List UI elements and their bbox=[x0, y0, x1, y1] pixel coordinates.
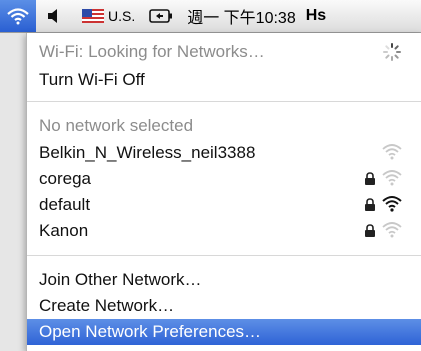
menu-bar-clock[interactable]: 週一 下午10:38 bbox=[187, 0, 296, 32]
us-flag-icon bbox=[82, 9, 104, 23]
no-network-label: No network selected bbox=[39, 116, 194, 135]
wifi-signal-weak-icon bbox=[382, 170, 402, 186]
create-network-item[interactable]: Create Network… bbox=[27, 293, 421, 319]
volume-menu-extra[interactable] bbox=[46, 0, 60, 32]
menu-bar: U.S. 週一 下午10:38 Hs bbox=[0, 0, 421, 33]
join-other-network-item[interactable]: Join Other Network… bbox=[27, 267, 421, 293]
network-name: default bbox=[39, 195, 91, 214]
join-other-network-label: Join Other Network… bbox=[39, 270, 202, 289]
wifi-menu-extra[interactable] bbox=[0, 0, 36, 32]
battery-icon bbox=[149, 9, 173, 23]
network-item-default[interactable]: default bbox=[27, 192, 421, 218]
input-source-menu[interactable]: U.S. bbox=[82, 0, 135, 32]
wifi-status-item: Wi-Fi: Looking for Networks… bbox=[27, 39, 421, 65]
wifi-signal-strong-icon bbox=[382, 196, 402, 212]
lock-icon bbox=[365, 224, 375, 237]
user-menu[interactable]: Hs bbox=[306, 0, 326, 32]
turn-wifi-off-item[interactable]: Turn Wi-Fi Off bbox=[27, 67, 421, 93]
lock-icon bbox=[365, 198, 375, 211]
no-network-item: No network selected bbox=[27, 113, 421, 139]
network-name: Belkin_N_Wireless_neil3388 bbox=[39, 143, 256, 162]
open-network-preferences-item[interactable]: Open Network Preferences… bbox=[27, 319, 421, 345]
battery-menu-extra[interactable] bbox=[149, 0, 173, 32]
spinner-icon bbox=[383, 43, 401, 61]
network-item-corega[interactable]: corega bbox=[27, 166, 421, 192]
network-item-belkin[interactable]: Belkin_N_Wireless_neil3388 bbox=[27, 140, 421, 166]
menu-separator bbox=[27, 101, 421, 102]
input-source-label: U.S. bbox=[108, 8, 136, 24]
wifi-dropdown-menu: Wi-Fi: Looking for Networks… Turn Wi-Fi … bbox=[26, 33, 421, 351]
network-name: Kanon bbox=[39, 221, 89, 240]
wifi-status-label: Wi-Fi: Looking for Networks… bbox=[39, 42, 265, 61]
network-item-kanon[interactable]: Kanon bbox=[27, 218, 421, 244]
create-network-label: Create Network… bbox=[39, 296, 175, 315]
wifi-signal-weak-icon bbox=[382, 222, 402, 238]
turn-wifi-off-label: Turn Wi-Fi Off bbox=[39, 70, 145, 89]
wifi-signal-weak-icon bbox=[382, 144, 402, 160]
open-network-preferences-label: Open Network Preferences… bbox=[39, 322, 262, 341]
wifi-icon bbox=[7, 8, 29, 25]
lock-icon bbox=[365, 172, 375, 185]
speaker-icon bbox=[48, 9, 57, 23]
network-name: corega bbox=[39, 169, 91, 188]
menu-separator bbox=[27, 255, 421, 256]
